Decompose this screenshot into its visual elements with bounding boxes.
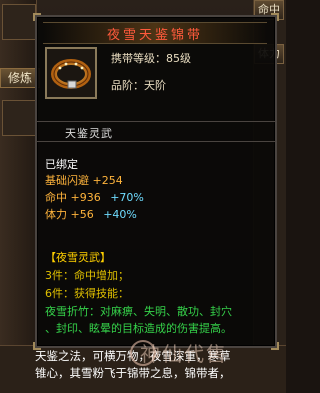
- item-grade: 品阶：天阶: [111, 79, 166, 92]
- stat-row: 命中 +936 +70%: [45, 189, 144, 205]
- suit-tier-6: 6件：获得技能：: [45, 287, 129, 300]
- skill-slot[interactable]: [2, 4, 36, 40]
- divider: [37, 121, 275, 122]
- stat-row: 体力 +56 +40%: [45, 206, 137, 222]
- carry-level: 携带等级：85级: [111, 52, 191, 65]
- stat-bonus: +70%: [110, 191, 144, 204]
- suit-effect: 、封印、眩晕的目标造成的伤害提高。: [45, 322, 232, 335]
- cultivation-tab[interactable]: 修炼: [0, 68, 40, 88]
- stat-base: +936: [70, 191, 101, 204]
- belt-icon: [51, 59, 91, 89]
- skill-slot[interactable]: [2, 100, 36, 136]
- item-category: 天鉴灵武: [65, 127, 113, 140]
- stat-base: +56: [70, 208, 94, 221]
- bound-status: 已绑定: [45, 158, 78, 171]
- stat-name: 体力: [45, 208, 67, 221]
- tooltip-title-bar: 夜雪天鉴锦带: [43, 22, 267, 44]
- stat-name: 基础闪避: [45, 174, 89, 187]
- item-title: 夜雪天鉴锦带: [106, 28, 203, 43]
- left-panel: [0, 0, 37, 392]
- item-tooltip: 夜雪天鉴锦带 携带等级：85级 品阶：天阶 天鉴灵武 已绑定 基础闪避 +254: [33, 13, 279, 350]
- divider: [37, 141, 275, 142]
- suit-tier-3: 3件：命中增加；: [45, 269, 129, 282]
- description-line: 锥心，其雪粉飞于锦带之息，锦带者，: [35, 366, 231, 380]
- watermark: 神仙代售: [140, 342, 228, 366]
- suit-name: 【夜雪灵武】: [45, 251, 111, 264]
- suit-effect: 夜雪折竹：对麻痹、失明、散功、封穴: [45, 305, 232, 318]
- stat-name: 命中: [45, 191, 67, 204]
- stat-base: +254: [92, 174, 123, 187]
- item-slot: [45, 47, 97, 99]
- stat-row: 基础闪避 +254: [45, 172, 123, 188]
- tooltip-corner: [271, 13, 279, 21]
- stat-bonus: +40%: [103, 208, 137, 221]
- tooltip-corner: [33, 13, 41, 21]
